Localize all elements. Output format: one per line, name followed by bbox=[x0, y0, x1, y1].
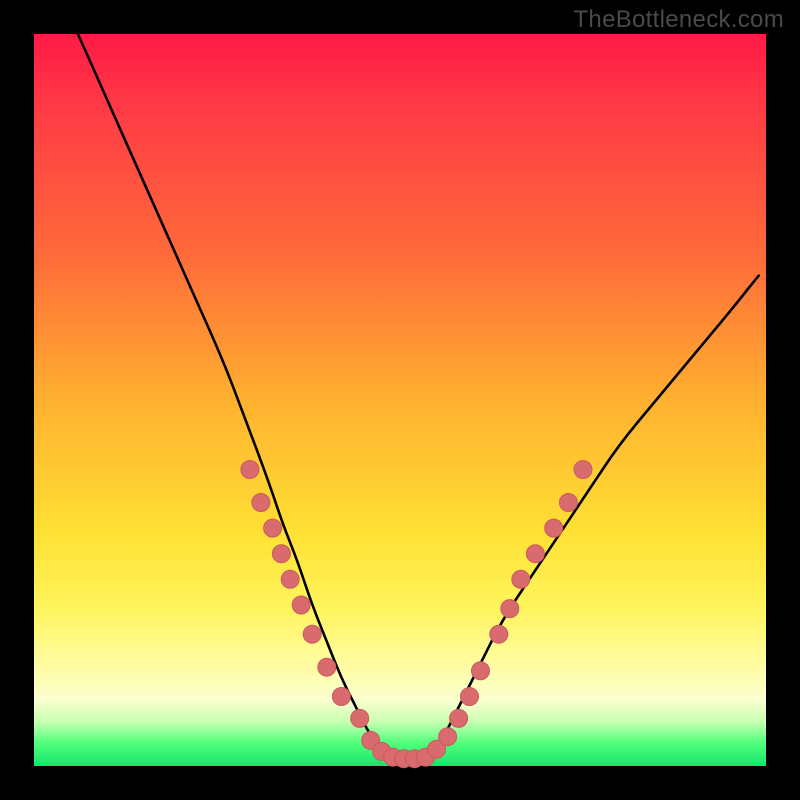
curve-marker-dot bbox=[318, 658, 336, 676]
curve-marker-dot bbox=[252, 494, 270, 512]
curve-marker-dot bbox=[303, 625, 321, 643]
curve-marker-dot bbox=[512, 570, 530, 588]
chart-overlay bbox=[34, 34, 766, 766]
curve-marker-dot bbox=[264, 519, 282, 537]
curve-marker-dot bbox=[351, 709, 369, 727]
curve-marker-dot bbox=[332, 688, 350, 706]
curve-marker-dot bbox=[490, 625, 508, 643]
bottleneck-curve bbox=[78, 34, 759, 759]
curve-marker-dot bbox=[241, 461, 259, 479]
curve-marker-dot bbox=[501, 600, 519, 618]
curve-marker-dot bbox=[472, 662, 490, 680]
curve-marker-dot bbox=[574, 461, 592, 479]
curve-markers bbox=[241, 461, 592, 768]
curve-marker-dot bbox=[281, 570, 299, 588]
curve-marker-dot bbox=[292, 596, 310, 614]
curve-marker-dot bbox=[272, 545, 290, 563]
curve-marker-dot bbox=[559, 494, 577, 512]
curve-marker-dot bbox=[526, 545, 544, 563]
curve-marker-dot bbox=[545, 519, 563, 537]
curve-marker-dot bbox=[450, 709, 468, 727]
curve-marker-dot bbox=[439, 728, 457, 746]
curve-marker-dot bbox=[461, 688, 479, 706]
watermark-text: TheBottleneck.com bbox=[573, 6, 784, 34]
chart-frame: TheBottleneck.com bbox=[0, 0, 800, 800]
